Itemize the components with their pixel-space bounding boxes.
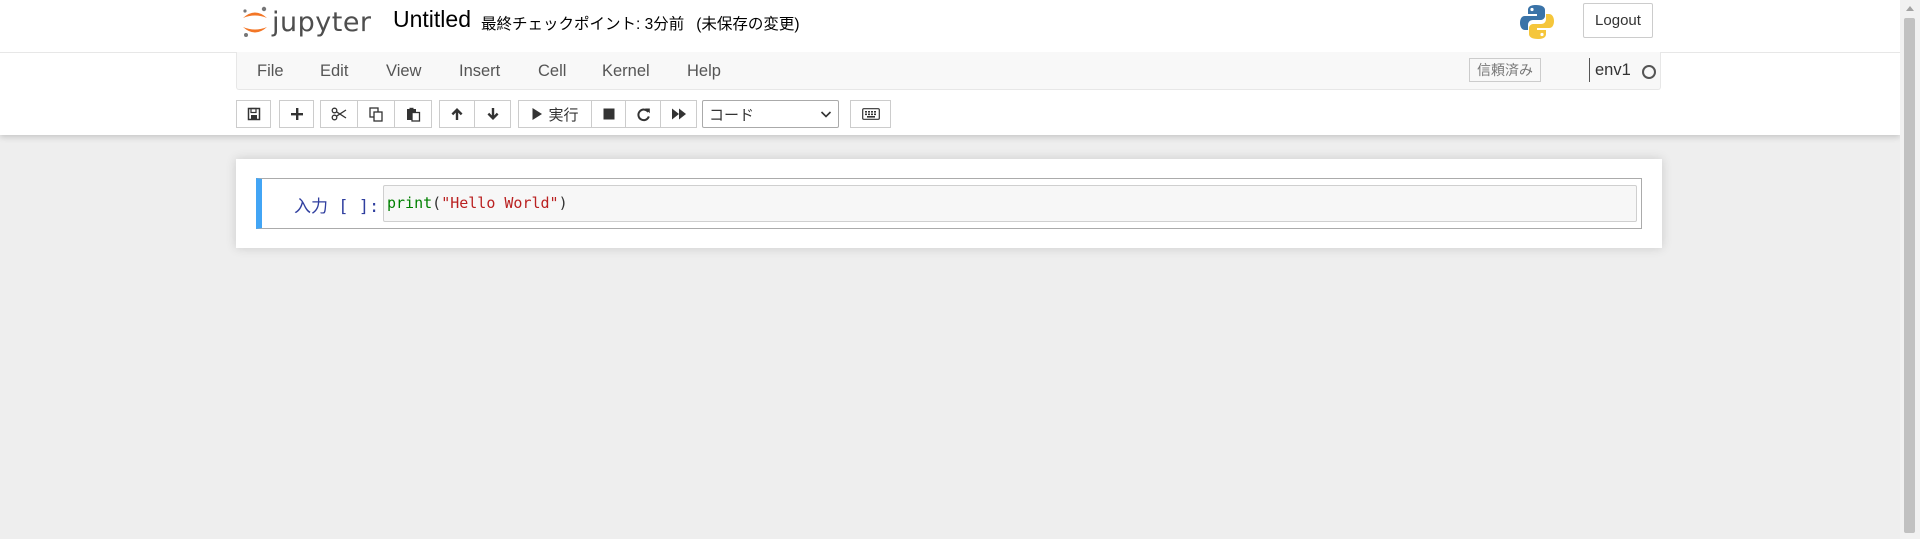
menu-insert[interactable]: Insert bbox=[459, 62, 500, 81]
logo-text: jupyter bbox=[272, 6, 372, 38]
paste-button[interactable] bbox=[395, 100, 432, 128]
python-logo-icon bbox=[1520, 5, 1554, 39]
stop-icon bbox=[603, 108, 614, 120]
copy-button[interactable] bbox=[358, 100, 395, 128]
logout-button[interactable]: Logout bbox=[1583, 3, 1653, 38]
jupyter-logo-icon bbox=[243, 6, 267, 37]
run-button[interactable]: 実行 bbox=[518, 100, 592, 128]
command-palette-button[interactable] bbox=[850, 100, 891, 128]
save-button[interactable] bbox=[236, 100, 271, 128]
fast-forward-icon bbox=[671, 108, 686, 120]
arrow-up-icon bbox=[451, 108, 463, 120]
menubar: File Edit View Insert Cell Kernel Help 信… bbox=[236, 52, 1661, 90]
interrupt-kernel-button[interactable] bbox=[592, 100, 626, 128]
kernel-idle-circle-icon bbox=[1642, 65, 1656, 79]
keyboard-icon bbox=[861, 108, 880, 120]
unsaved-changes-text: (未保存の変更) bbox=[696, 16, 800, 33]
checkpoint-status: 最終チェックポイント: 3分前 (未保存の変更) bbox=[481, 12, 800, 34]
refresh-icon bbox=[636, 108, 650, 121]
code-cell-selected[interactable]: 入力 [ ]: print("Hello World") bbox=[256, 178, 1642, 229]
code-builtin-token: print bbox=[387, 194, 433, 212]
paste-icon bbox=[406, 107, 420, 122]
arrow-down-icon bbox=[487, 108, 498, 120]
header-bar: jupyter Untitled 最終チェックポイント: 3分前 (未保存の変更)… bbox=[0, 0, 1900, 53]
copy-icon bbox=[368, 106, 383, 122]
move-up-button[interactable] bbox=[439, 100, 475, 128]
scissors-icon bbox=[331, 107, 347, 121]
menu-kernel[interactable]: Kernel bbox=[602, 62, 650, 81]
code-string-token: "Hello World" bbox=[441, 194, 559, 212]
move-down-button[interactable] bbox=[475, 100, 511, 128]
code-paren-close: ) bbox=[558, 194, 568, 212]
menu-file[interactable]: File bbox=[257, 62, 284, 81]
menu-edit[interactable]: Edit bbox=[320, 62, 348, 81]
scrollbar-thumb[interactable] bbox=[1904, 18, 1915, 533]
checkpoint-text: 最終チェックポイント: 3分前 bbox=[481, 16, 685, 33]
play-icon bbox=[532, 108, 543, 120]
cell-type-select[interactable]: コード bbox=[702, 100, 839, 128]
notebook-container: 入力 [ ]: print("Hello World") bbox=[236, 159, 1662, 248]
cell-type-value: コード bbox=[709, 106, 755, 124]
chevron-down-icon bbox=[820, 111, 832, 118]
plus-icon bbox=[290, 108, 303, 120]
restart-kernel-button[interactable] bbox=[626, 100, 661, 128]
code-editor[interactable]: print("Hello World") bbox=[383, 185, 1637, 222]
save-icon bbox=[247, 107, 260, 121]
trusted-indicator[interactable]: 信頼済み bbox=[1469, 58, 1541, 82]
jupyter-logo[interactable]: jupyter bbox=[240, 2, 372, 42]
jupyter-notebook-app: jupyter Untitled 最終チェックポイント: 3分前 (未保存の変更)… bbox=[0, 0, 1900, 539]
menu-help[interactable]: Help bbox=[687, 62, 721, 81]
kernel-separator bbox=[1589, 58, 1590, 82]
input-prompt: 入力 [ ]: bbox=[294, 197, 380, 217]
menu-cell[interactable]: Cell bbox=[538, 62, 566, 81]
vertical-scrollbar[interactable] bbox=[1900, 0, 1920, 539]
header: jupyter Untitled 最終チェックポイント: 3分前 (未保存の変更)… bbox=[0, 0, 1900, 135]
scroll-up-arrow-icon[interactable] bbox=[1906, 6, 1914, 11]
insert-cell-button[interactable] bbox=[279, 100, 314, 128]
notebook-name[interactable]: Untitled bbox=[393, 6, 471, 33]
cut-button[interactable] bbox=[320, 100, 358, 128]
run-label: 実行 bbox=[548, 106, 579, 124]
code-paren-open: ( bbox=[432, 194, 442, 212]
kernel-name[interactable]: env1 bbox=[1595, 61, 1631, 80]
restart-run-all-button[interactable] bbox=[661, 100, 697, 128]
menu-view[interactable]: View bbox=[386, 62, 421, 81]
